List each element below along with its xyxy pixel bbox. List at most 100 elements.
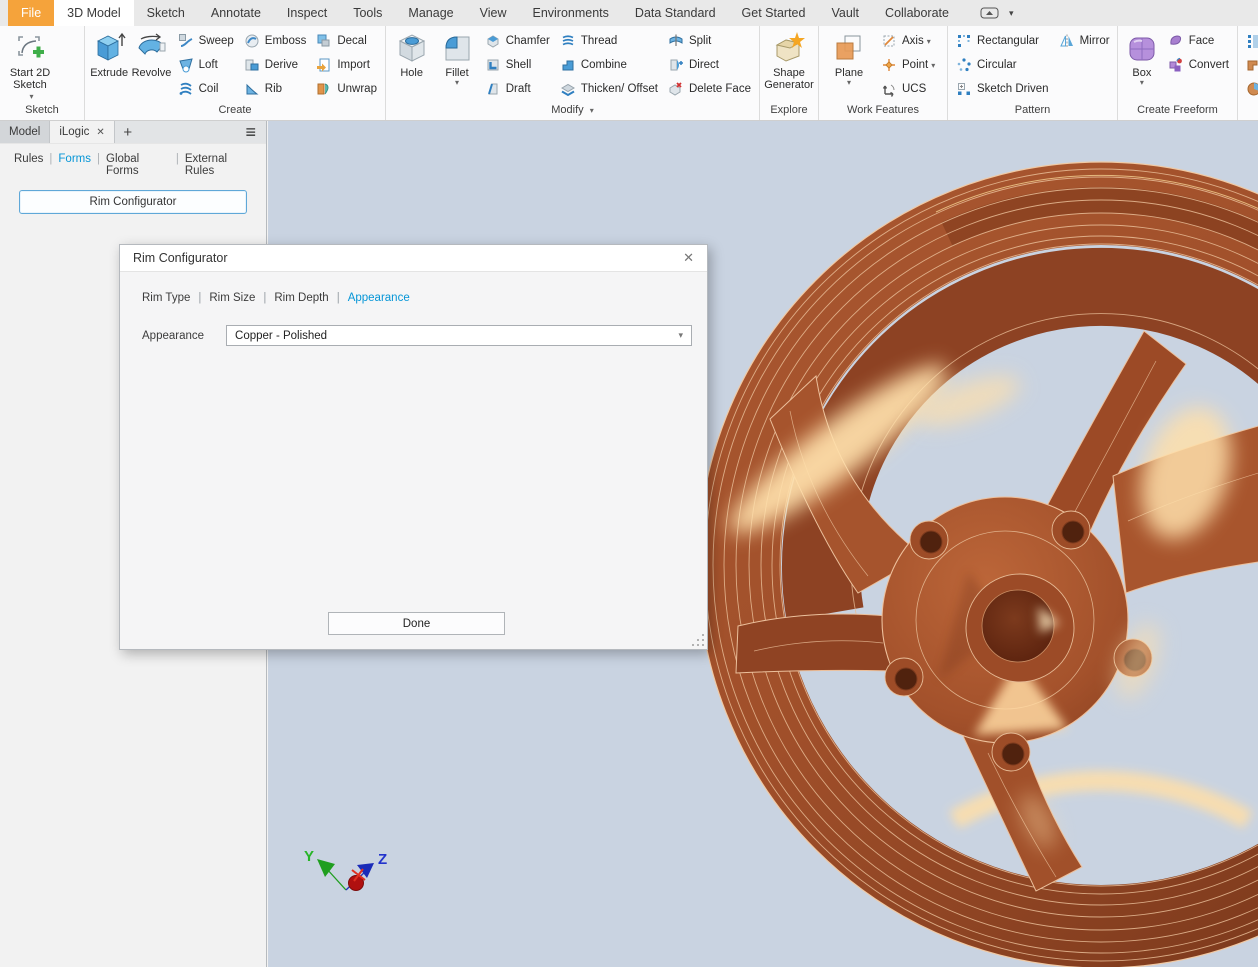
point-icon — [881, 57, 897, 73]
button-label: Decal — [337, 35, 366, 47]
sweep-button[interactable]: Sweep — [174, 29, 238, 53]
done-button[interactable]: Done — [328, 612, 505, 635]
rim-configurator-form-button[interactable]: Rim Configurator — [19, 190, 247, 214]
thicken-offset-button[interactable]: Thicken/ Offset — [556, 77, 662, 101]
close-tab-icon[interactable]: ✕ — [96, 127, 104, 138]
delete-face-button[interactable]: Delete Face — [664, 77, 755, 101]
dialog-tab-rim-type[interactable]: Rim Type — [142, 292, 190, 304]
link-global-forms[interactable]: Global Forms — [106, 153, 170, 177]
link-forms[interactable]: Forms — [58, 153, 91, 177]
sketch-driven-pattern-button[interactable]: Sketch Driven — [952, 77, 1053, 101]
dialog-close-icon[interactable]: ✕ — [683, 250, 694, 266]
dialog-tab-rim-depth[interactable]: Rim Depth — [274, 292, 328, 304]
mirror-button[interactable]: Mirror — [1055, 29, 1114, 53]
unwrap-button[interactable]: Unwrap — [312, 77, 381, 101]
section-label-modify[interactable]: Modify ▾ — [386, 103, 759, 120]
thread-icon — [560, 33, 576, 49]
menu-tab-environments[interactable]: Environments — [519, 0, 621, 26]
start-2d-sketch-button[interactable]: Start 2D Sketch▾ — [3, 29, 57, 103]
link-external-rules[interactable]: External Rules — [185, 153, 254, 177]
button-label: Shape Generator — [763, 67, 815, 91]
dialog-tab-rim-size[interactable]: Rim Size — [209, 292, 255, 304]
freeform-face-button[interactable]: Face — [1164, 29, 1233, 53]
panel-tab-ilogic[interactable]: iLogic ✕ — [50, 121, 114, 143]
fillet-button[interactable]: Fillet ▾ — [434, 29, 479, 87]
chamfer-button[interactable]: Chamfer — [481, 29, 554, 53]
button-label: Loft — [199, 59, 218, 71]
appearance-select-value: Copper - Polished — [235, 330, 327, 342]
ucs-icon — [881, 81, 897, 97]
dropdown-caret: ▾ — [927, 37, 931, 46]
delete-face-icon — [668, 81, 684, 97]
fillet-icon — [440, 31, 474, 65]
appearance-select[interactable]: Copper - Polished ▾ — [226, 325, 692, 346]
ribbon-section-sketch: Start 2D Sketch▾ Sketch — [0, 26, 85, 120]
panel-tab-model[interactable]: Model — [0, 121, 50, 143]
thread-button[interactable]: Thread — [556, 29, 662, 53]
ribbon-section-create-freeform: Box ▾ Face Convert Create Freeform — [1118, 26, 1238, 120]
freeform-convert-button[interactable]: Convert — [1164, 53, 1233, 77]
dialog-title-bar[interactable]: Rim Configurator ✕ — [120, 245, 707, 272]
revolve-button[interactable]: Revolve — [130, 29, 172, 79]
menu-tab-vault[interactable]: Vault — [818, 0, 872, 26]
thicken-offset-icon — [560, 81, 576, 97]
decal-button[interactable]: Decal — [312, 29, 381, 53]
menu-tab-get-started[interactable]: Get Started — [729, 0, 819, 26]
dialog-resize-grip[interactable] — [692, 634, 704, 646]
shape-generator-button[interactable]: Shape Generator — [763, 29, 815, 91]
ilogic-nav-links: Rules | Forms | Global Forms | External … — [0, 144, 266, 177]
panel-menu-button[interactable]: ≡ — [235, 121, 266, 143]
ribbon-section-modify: Hole Fillet ▾ Chamfer Shell — [386, 26, 760, 120]
rib-button[interactable]: Rib — [240, 77, 311, 101]
rectangular-pattern-button[interactable]: Rectangular — [952, 29, 1053, 53]
link-separator: | — [176, 153, 179, 177]
derive-button[interactable]: Derive — [240, 53, 311, 77]
point-button[interactable]: Point▾ — [877, 53, 939, 77]
panel-tab-bar: Model iLogic ✕ + ≡ — [0, 121, 266, 144]
import-button[interactable]: Import — [312, 53, 381, 77]
menu-tab-collaborate[interactable]: Collaborate — [872, 0, 962, 26]
clipped-icon-1 — [1246, 33, 1258, 49]
dialog-title: Rim Configurator — [133, 251, 227, 265]
emboss-button[interactable]: Emboss — [240, 29, 311, 53]
coil-button[interactable]: Coil — [174, 77, 238, 101]
menu-tab-sketch[interactable]: Sketch — [134, 0, 198, 26]
clipped-button-3[interactable] — [1242, 77, 1258, 101]
menu-tab-tools[interactable]: Tools — [340, 0, 395, 26]
loft-button[interactable]: Loft — [174, 53, 238, 77]
button-label: Shell — [506, 59, 532, 71]
ucs-button[interactable]: UCS — [877, 77, 939, 101]
add-tab-button[interactable]: + — [115, 121, 141, 143]
combine-button[interactable]: Combine — [556, 53, 662, 77]
menu-tab-annotate[interactable]: Annotate — [198, 0, 274, 26]
menu-tab-manage[interactable]: Manage — [395, 0, 466, 26]
coil-icon — [178, 81, 194, 97]
menu-tab-view[interactable]: View — [467, 0, 520, 26]
direct-button[interactable]: Direct — [664, 53, 755, 77]
rim-model[interactable] — [698, 162, 1258, 967]
circular-pattern-button[interactable]: Circular — [952, 53, 1053, 77]
link-rules[interactable]: Rules — [14, 153, 43, 177]
extrude-button[interactable]: Extrude — [88, 29, 130, 79]
hole-button[interactable]: Hole — [389, 29, 434, 79]
menu-tab-inspect[interactable]: Inspect — [274, 0, 340, 26]
split-button[interactable]: Split — [664, 29, 755, 53]
axis-button[interactable]: Axis▾ — [877, 29, 939, 53]
button-label: Combine — [581, 59, 627, 71]
ribbon-display-toggle[interactable]: ▾ — [980, 0, 1014, 26]
plane-button[interactable]: Plane ▾ — [822, 29, 876, 87]
freeform-box-button[interactable]: Box ▾ — [1121, 29, 1163, 87]
menu-tab-data-standard[interactable]: Data Standard — [622, 0, 729, 26]
button-label: UCS — [902, 83, 926, 95]
shell-button[interactable]: Shell — [481, 53, 554, 77]
button-label: Chamfer — [506, 35, 550, 47]
menu-tab-file[interactable]: File — [8, 0, 54, 26]
clipped-button-1[interactable] — [1242, 29, 1258, 53]
dropdown-caret: ▾ — [29, 91, 33, 103]
menu-tab-3d-model[interactable]: 3D Model — [54, 0, 134, 26]
start-2d-sketch-icon — [13, 31, 47, 65]
draft-button[interactable]: Draft — [481, 77, 554, 101]
section-label-partial — [1238, 103, 1258, 120]
dialog-tab-appearance[interactable]: Appearance — [348, 292, 410, 304]
clipped-button-2[interactable] — [1242, 53, 1258, 77]
